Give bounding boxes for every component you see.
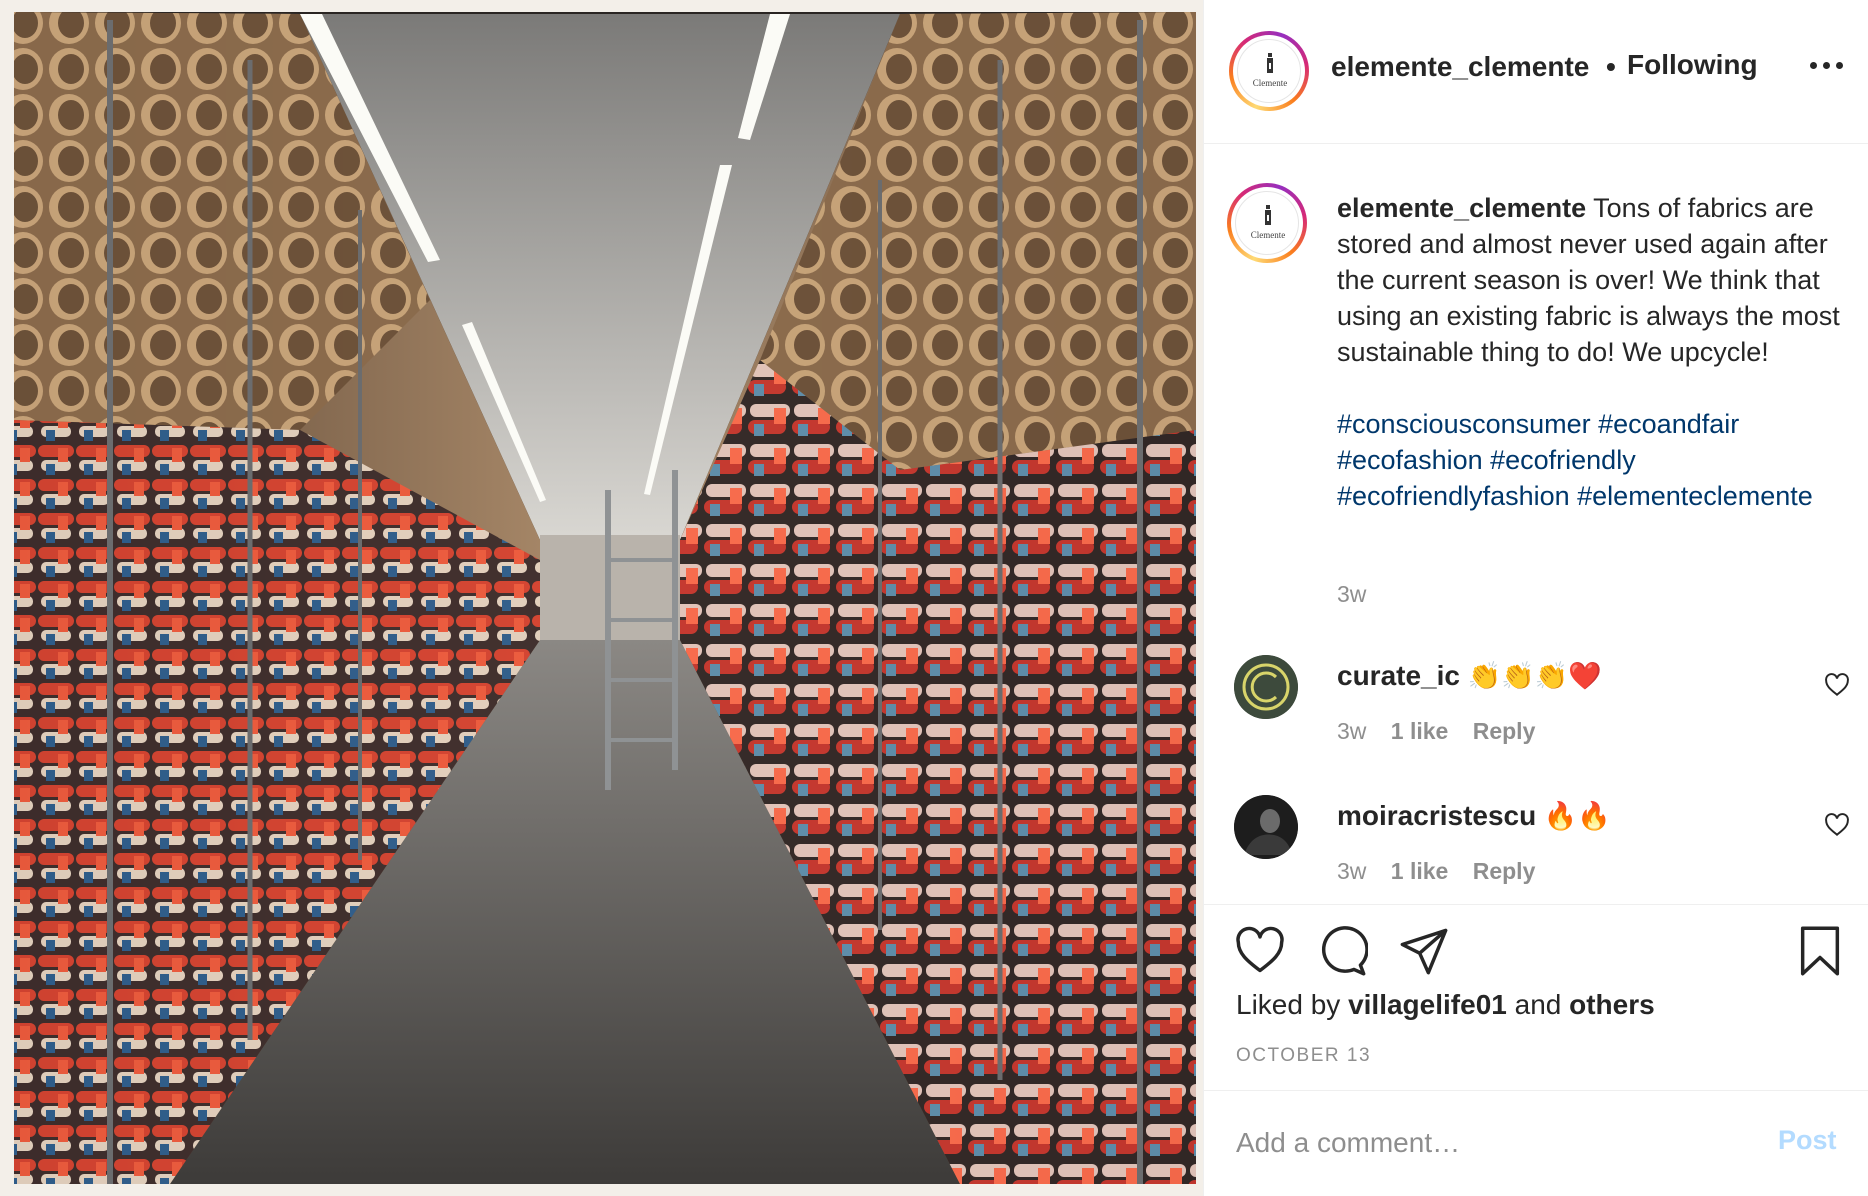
comment-likes[interactable]: 1 like <box>1391 718 1449 744</box>
post-author-username[interactable]: elemente_clemente <box>1331 51 1589 83</box>
caption-avatar[interactable]: Clemente <box>1227 183 1307 263</box>
reply-button[interactable]: Reply <box>1473 858 1536 884</box>
add-comment-bar: Post <box>1204 1090 1868 1196</box>
warehouse-fabric-photo <box>0 0 1203 1196</box>
reply-button[interactable]: Reply <box>1473 718 1536 744</box>
following-button[interactable]: Following <box>1627 49 1758 81</box>
small-heart-icon[interactable] <box>1824 673 1850 697</box>
comment-username[interactable]: curate_ic <box>1337 660 1460 691</box>
separator-dot: • <box>1606 51 1616 82</box>
post-date[interactable]: OCTOBER 13 <box>1236 1045 1371 1067</box>
comment-time: 3w <box>1337 718 1367 744</box>
small-heart-icon[interactable] <box>1824 813 1850 837</box>
logo-text: Clemente <box>1250 230 1286 240</box>
comment: curate_ic 👏👏👏❤️ <box>1337 660 1602 692</box>
comment-likes[interactable]: 1 like <box>1391 858 1449 884</box>
comment-meta: 3w 1 like Reply <box>1337 858 1535 885</box>
liked-prefix: Liked by <box>1236 989 1341 1020</box>
tower-logo-icon <box>1265 205 1271 225</box>
post-caption: elemente_clemente Tons of fabrics are st… <box>1337 190 1857 370</box>
profile-photo-icon <box>1234 795 1298 859</box>
more-icon[interactable] <box>1810 62 1844 72</box>
profile-avatar[interactable]: Clemente <box>1229 31 1309 111</box>
post-button[interactable]: Post <box>1778 1125 1837 1156</box>
liked-others-link[interactable]: others <box>1569 989 1655 1020</box>
comment-text: 🔥🔥 <box>1543 801 1611 831</box>
liked-and: and <box>1514 989 1562 1020</box>
comment-username[interactable]: moiracristescu <box>1337 800 1536 831</box>
post-header: Clemente elemente_clemente • Following <box>1204 0 1868 144</box>
comment-meta: 3w 1 like Reply <box>1337 718 1535 745</box>
post-details-panel: Clemente elemente_clemente • Following C… <box>1203 0 1868 1196</box>
logo-text: Clemente <box>1252 78 1288 88</box>
comment-time: 3w <box>1337 858 1367 884</box>
liked-user-link[interactable]: villagelife01 <box>1348 989 1507 1020</box>
comment-avatar[interactable] <box>1234 795 1298 859</box>
comment-input[interactable] <box>1236 1121 1756 1165</box>
curate-logo-icon <box>1234 655 1298 719</box>
post-photo[interactable] <box>0 0 1203 1196</box>
comment-icon[interactable] <box>1316 925 1368 977</box>
heart-icon[interactable] <box>1234 925 1286 977</box>
caption-time: 3w <box>1337 581 1367 607</box>
tower-logo-icon <box>1267 53 1273 73</box>
comment-avatar[interactable] <box>1234 655 1298 719</box>
caption-username[interactable]: elemente_clemente <box>1337 193 1586 223</box>
bookmark-icon[interactable] <box>1794 925 1846 977</box>
post-actions: Liked by villagelife01 and others OCTOBE… <box>1204 904 1868 1090</box>
post-hashtags[interactable]: #consciousconsumer #ecoandfair #ecofashi… <box>1337 406 1857 514</box>
share-icon[interactable] <box>1398 925 1450 977</box>
liked-by-text: Liked by villagelife01 and others <box>1236 989 1655 1021</box>
comment-text: 👏👏👏❤️ <box>1467 661 1602 691</box>
comment: moiracristescu 🔥🔥 <box>1337 800 1611 832</box>
